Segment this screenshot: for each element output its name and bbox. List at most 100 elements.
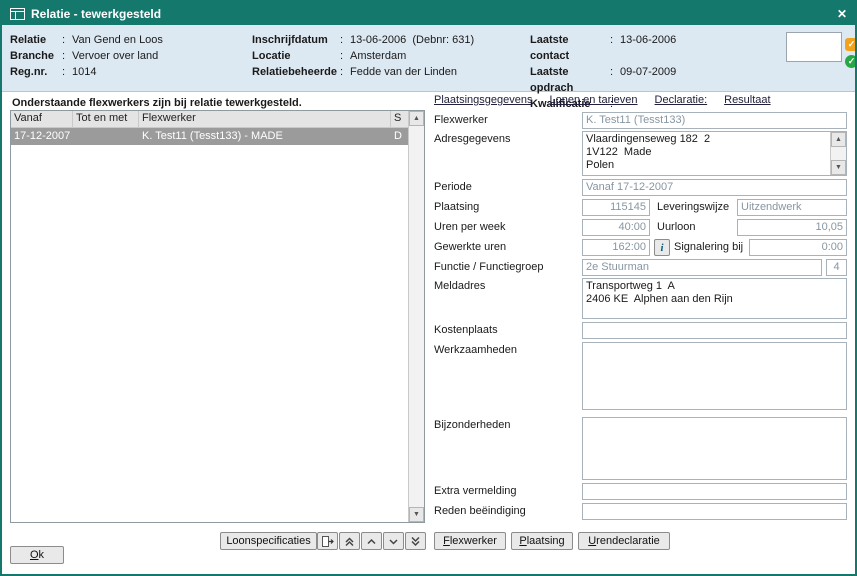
loonspecificaties-button[interactable]: Loonspecificaties <box>220 532 317 550</box>
laatste-contact-value: 13-06-2006 <box>620 32 676 64</box>
kostenplaats-label: Kostenplaats <box>434 324 498 336</box>
colon: : <box>340 48 350 64</box>
tab-plaatsingsgegevens[interactable]: Plaatsingsgegevens <box>434 94 532 106</box>
laatste-contact-label: Laatste contact <box>530 32 610 64</box>
flexworker-list-body: Vanaf Tot en met Flexwerker S 17-12-2007… <box>11 111 408 522</box>
tab-bar: Plaatsingsgegevens Lonen en tarieven Dec… <box>434 94 771 106</box>
move-top-button[interactable] <box>339 532 360 550</box>
functie-field[interactable]: 2e Stuurman <box>582 259 822 276</box>
signalering-bij-field[interactable]: 0:00 <box>749 239 847 256</box>
bijzonderheden-field[interactable] <box>582 417 847 480</box>
adresgegevens-text: Vlaardingenseweg 182 2 1V122 Made Polen <box>583 132 830 175</box>
row-s: D <box>391 128 408 145</box>
title-bar[interactable]: Relatie - tewerkgesteld ✕ <box>2 2 855 25</box>
relatie-value: Van Gend en Loos <box>72 32 163 48</box>
extra-vermelding-field[interactable] <box>582 483 847 500</box>
info-button[interactable]: i <box>654 239 670 256</box>
document-arrow-button[interactable] <box>317 532 338 550</box>
row-vanaf: 17-12-2007 <box>11 128 73 145</box>
periode-label: Periode <box>434 181 472 193</box>
document-arrow-icon <box>321 535 334 548</box>
periode-field[interactable]: Vanaf 17-12-2007 <box>582 179 847 196</box>
urendeclaratie-button[interactable]: Urendeclaratie <box>578 532 670 550</box>
colon: : <box>62 32 72 48</box>
gewerkte-uren-label: Gewerkte uren <box>434 241 506 253</box>
meldadres-field[interactable]: Transportweg 1 A 2406 KE Alphen aan den … <box>582 278 847 319</box>
uurloon-label: Uurloon <box>657 221 696 233</box>
colon: : <box>610 64 620 96</box>
functiegroep-field[interactable]: 4 <box>826 259 847 276</box>
regnr-value: 1014 <box>72 64 96 80</box>
relatiebeheerder-label: Relatiebeheerde <box>252 64 340 80</box>
dialog-relatie-tewerkgesteld: Relatie - tewerkgesteld ✕ Relatie:Van Ge… <box>0 0 857 576</box>
laatste-opdracht-value: 09-07-2009 <box>620 64 676 96</box>
move-down-button[interactable] <box>383 532 404 550</box>
double-chevron-down-icon <box>410 536 421 547</box>
plaatsing-label: Plaatsing <box>434 201 479 213</box>
werkzaamheden-field[interactable] <box>582 342 847 410</box>
move-bottom-button[interactable] <box>405 532 426 550</box>
adres-scrollbar[interactable]: ▲ ▼ <box>830 132 846 175</box>
plaatsing-button[interactable]: Plaatsing <box>511 532 573 550</box>
kostenplaats-field[interactable] <box>582 322 847 339</box>
flexlist-caption: Onderstaande flexwerkers zijn bij relati… <box>12 97 302 109</box>
relation-summary: Relatie:Van Gend en Loos Branche:Vervoer… <box>2 25 855 92</box>
flexworker-list[interactable]: Vanaf Tot en met Flexwerker S 17-12-2007… <box>10 110 425 523</box>
colon: : <box>340 64 350 80</box>
colon: : <box>340 32 350 48</box>
branche-value: Vervoer over land <box>72 48 158 64</box>
window-title: Relatie - tewerkgesteld <box>31 7 831 21</box>
flexwerker-button[interactable]: Flexwerker <box>434 532 506 550</box>
plaatsing-field[interactable]: 115145 <box>582 199 650 216</box>
flexwerker-label: Flexwerker <box>434 114 488 126</box>
functie-label: Functie / Functiegroep <box>434 261 543 273</box>
column-header-tot-en-met[interactable]: Tot en met <box>73 111 139 127</box>
flexlist-header-row: Vanaf Tot en met Flexwerker S <box>11 111 408 128</box>
colon: : <box>610 32 620 64</box>
row-flexwerker: K. Test11 (Tesst133) - MADE <box>139 128 391 145</box>
scroll-down-icon[interactable]: ▼ <box>831 160 846 175</box>
scroll-down-icon[interactable]: ▼ <box>409 507 424 522</box>
scroll-up-icon[interactable]: ▲ <box>831 132 846 147</box>
colon: : <box>62 48 72 64</box>
reden-beeindiging-field[interactable] <box>582 503 847 520</box>
locatie-label: Locatie <box>252 48 340 64</box>
move-up-button[interactable] <box>361 532 382 550</box>
uren-per-week-field[interactable]: 40:00 <box>582 219 650 236</box>
column-header-flexwerker[interactable]: Flexwerker <box>139 111 391 127</box>
colon: : <box>62 64 72 80</box>
double-chevron-up-icon <box>344 536 355 547</box>
tab-declaratie[interactable]: Declaratie: <box>655 94 708 106</box>
reden-beeindiging-label: Reden beëindiging <box>434 505 526 517</box>
scroll-up-icon[interactable]: ▲ <box>409 111 424 126</box>
column-header-s[interactable]: S <box>391 111 408 127</box>
signalering-bij-label: Signalering bij <box>674 241 743 253</box>
app-icon <box>10 8 25 20</box>
inschrijfdatum-label: Inschrijfdatum <box>252 32 340 48</box>
flexwerker-field[interactable]: K. Test11 (Tesst133) <box>582 112 847 129</box>
inschrijfdatum-value: 13-06-2006 (Debnr: 631) <box>350 32 474 48</box>
relatie-label: Relatie <box>10 32 62 48</box>
table-row[interactable]: 17-12-2007 K. Test11 (Tesst133) - MADE D <box>11 128 408 145</box>
list-scrollbar[interactable]: ▲ ▼ <box>408 111 424 522</box>
leveringswijze-field[interactable]: Uitzendwerk <box>737 199 847 216</box>
chevron-down-icon <box>388 536 399 547</box>
ok-button[interactable]: Ok <box>10 546 64 564</box>
gewerkte-uren-field[interactable]: 162:00 <box>582 239 650 256</box>
relation-summary-left: Relatie:Van Gend en Loos Branche:Vervoer… <box>10 32 163 80</box>
branche-label: Branche <box>10 48 62 64</box>
info-icon: i <box>660 242 663 254</box>
chevron-up-icon <box>366 536 377 547</box>
tab-lonen-en-tarieven[interactable]: Lonen en tarieven <box>549 94 637 106</box>
column-header-vanaf[interactable]: Vanaf <box>11 111 73 127</box>
photo-box <box>786 32 842 62</box>
adresgegevens-field[interactable]: Vlaardingenseweg 182 2 1V122 Made Polen … <box>582 131 847 176</box>
close-icon[interactable]: ✕ <box>837 7 847 21</box>
uurloon-field[interactable]: 10,05 <box>737 219 847 236</box>
locatie-value: Amsterdam <box>350 48 406 64</box>
tab-resultaat[interactable]: Resultaat <box>724 94 770 106</box>
uren-per-week-label: Uren per week <box>434 221 506 233</box>
relatiebeheerder-value: Fedde van der Linden <box>350 64 457 80</box>
laatste-opdracht-label: Laatste opdrach <box>530 64 610 96</box>
meldadres-label: Meldadres <box>434 280 485 292</box>
